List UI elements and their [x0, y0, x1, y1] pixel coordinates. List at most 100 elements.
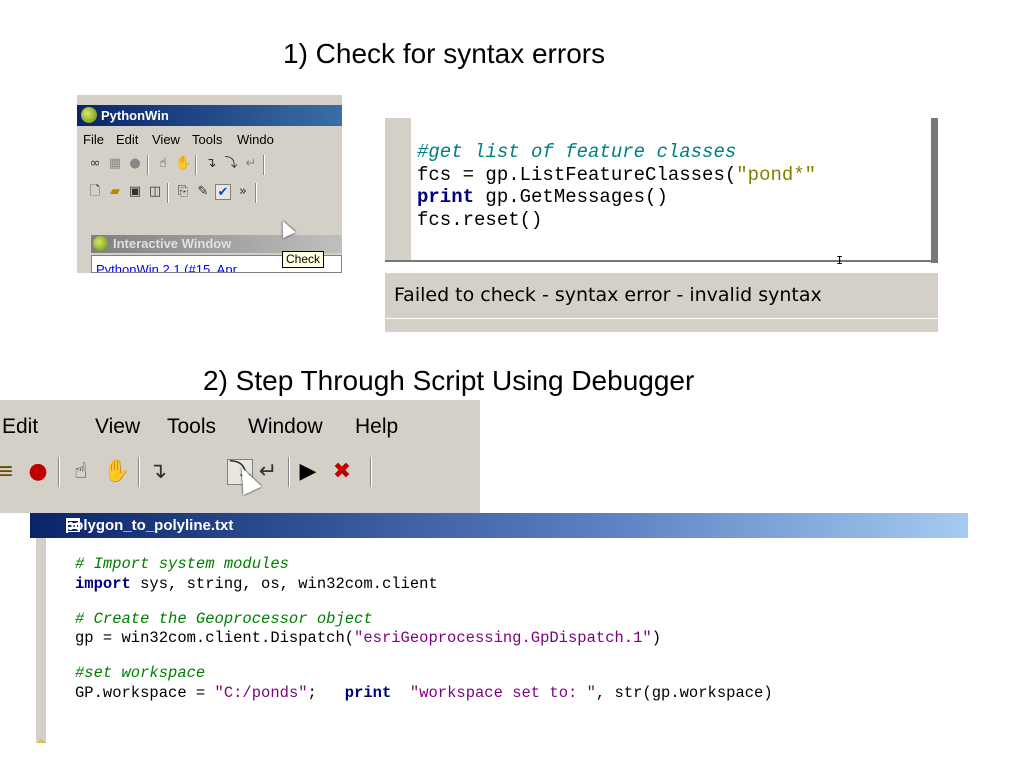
code-token: ;: [307, 683, 345, 702]
step-in-icon[interactable]: ↴: [203, 156, 219, 172]
toolbar-separator: [288, 457, 290, 487]
toolbar-separator: [58, 457, 60, 487]
glasses-icon[interactable]: ∞: [87, 156, 103, 172]
python-snake-icon: [93, 236, 108, 251]
code-token: gp = win32com.client.Dispatch(: [75, 629, 355, 647]
pythonwin-title: PythonWin: [101, 108, 169, 123]
heading-step-through-debugger: 2) Step Through Script Using Debugger: [203, 365, 695, 396]
status-bar: Failed to check - syntax error - invalid…: [385, 273, 938, 318]
step-over-icon[interactable]: ⤵: [223, 156, 239, 172]
stop-hand-icon[interactable]: ✋: [175, 156, 191, 172]
code-line: GP.workspace = "C:/ponds"; print "worksp…: [75, 684, 773, 704]
menu-tools[interactable]: Tools: [192, 128, 222, 152]
menu-file[interactable]: File: [83, 128, 104, 152]
code-token: "pond*": [736, 163, 817, 186]
hand-icon[interactable]: ☝: [155, 156, 171, 172]
interactive-window-text: PythonWin 2.1 (#15, Apr: [96, 262, 237, 273]
pythonwin-window-screenshot: PythonWin File Edit View Tools Windo ∞ ▦…: [77, 95, 342, 273]
menu-tools[interactable]: Tools: [167, 412, 216, 442]
code-token: "esriGeoprocessing.GpDispatch.1": [354, 629, 652, 647]
code-token: sys, string, os, win32com.client: [130, 574, 438, 593]
script-code-block[interactable]: # Import system modules import sys, strin…: [75, 555, 773, 703]
code-token: print: [417, 186, 475, 208]
step-out-icon[interactable]: ↵: [243, 156, 259, 172]
toolbar-separator: [147, 155, 149, 175]
go-icon[interactable]: ▶: [295, 459, 321, 485]
menu-help[interactable]: Help: [355, 412, 398, 442]
debugger-toolbar-screenshot: Edit View Tools Window Help ≡ ● ☝ ✋ ↴ ⤵ …: [0, 400, 480, 513]
hand-icon[interactable]: ☝: [68, 459, 94, 485]
open-folder-icon[interactable]: ▰: [107, 184, 123, 200]
code-line: gp = win32com.client.Dispatch("esriGeopr…: [75, 629, 773, 649]
pythonwin-titlebar: PythonWin: [77, 105, 342, 126]
code-line: #set workspace: [75, 664, 773, 684]
save-icon[interactable]: ▣: [127, 184, 143, 200]
code-token: print: [344, 683, 392, 702]
python-snake-icon: [81, 107, 97, 123]
current-line-arrow-icon: [40, 740, 50, 743]
new-file-icon[interactable]: 🗋: [87, 184, 103, 200]
pythonwin-toolbar-standard: 🗋 ▰ ▣ ◫ ⎘ ✎ ✔ »: [77, 180, 342, 206]
code-token: #set workspace: [75, 664, 206, 682]
code-line: # Import system modules: [75, 555, 773, 575]
run-icon[interactable]: ✎: [195, 184, 211, 200]
save-all-icon[interactable]: ◫: [147, 184, 163, 200]
menu-window[interactable]: Windo: [237, 128, 274, 152]
editor-border: [931, 118, 938, 263]
menu-edit[interactable]: Edit: [2, 412, 38, 442]
editor-gutter: [36, 538, 46, 743]
debugger-menubar: Edit View Tools Window Help: [0, 412, 480, 442]
check-icon[interactable]: ✔: [215, 184, 231, 200]
code-token: # Create the Geoprocessor object: [75, 609, 373, 628]
code-token: fcs.reset(): [417, 208, 543, 231]
more-icon[interactable]: »: [235, 184, 251, 200]
code-token: ): [651, 629, 662, 647]
toolbar-separator: [167, 183, 169, 203]
toolbar-separator: [195, 155, 197, 175]
stop-hand-icon[interactable]: ✋: [103, 459, 130, 485]
code-token: gp.GetMessages(): [474, 186, 668, 208]
status-message: Failed to check - syntax error - invalid…: [394, 284, 822, 306]
step-icon[interactable]: ↴: [145, 459, 171, 485]
editor-window: polygon_to_polyline.txt # Import system …: [30, 513, 968, 743]
breakpoint-icon[interactable]: ●: [127, 156, 143, 172]
editor-bottom-border: [385, 260, 938, 262]
menu-view[interactable]: View: [95, 412, 140, 442]
code-token: # Import system modules: [75, 555, 289, 573]
close-debugger-icon[interactable]: ✖: [329, 459, 355, 485]
code-token: #get list of feature classes: [417, 141, 737, 163]
editor-title: polygon_to_polyline.txt: [65, 517, 234, 534]
code-line: #get list of feature classes: [417, 141, 816, 164]
check-code-block[interactable]: #get list of feature classes fcs = gp.Lis…: [417, 141, 816, 231]
code-token: fcs = gp.ListFeatureClasses(: [417, 163, 737, 186]
copy-icon[interactable]: ⎘: [175, 184, 191, 200]
check-tooltip: Check: [282, 251, 325, 268]
code-line: print gp.GetMessages(): [417, 186, 816, 209]
watch-icon[interactable]: ≡: [0, 459, 18, 485]
grid-icon[interactable]: ▦: [107, 156, 123, 172]
heading-check-syntax: 1) Check for syntax errors: [283, 38, 606, 69]
menu-edit[interactable]: Edit: [116, 128, 138, 152]
code-token: "C:/ponds": [214, 683, 308, 702]
code-token: GP.workspace =: [75, 683, 215, 702]
pythonwin-toolbar-debug: ∞ ▦ ● ☝ ✋ ↴ ⤵ ↵: [77, 152, 342, 178]
editor-titlebar: polygon_to_polyline.txt: [30, 513, 968, 538]
toolbar-separator: [255, 183, 257, 203]
editor-gutter: [385, 118, 411, 260]
toolbar-separator: [263, 155, 265, 175]
pythonwin-menubar: File Edit View Tools Windo: [77, 128, 342, 152]
code-token: , str(gp.workspace): [595, 683, 773, 702]
code-line: # Create the Geoprocessor object: [75, 610, 773, 630]
code-token: import: [75, 574, 131, 593]
toolbar-separator: [370, 457, 372, 487]
interactive-window-title: Interactive Window: [113, 236, 232, 251]
menu-view[interactable]: View: [152, 128, 180, 152]
code-line: fcs = gp.ListFeatureClasses("pond*": [417, 164, 816, 187]
menu-window[interactable]: Window: [248, 412, 323, 442]
breakpoint-icon[interactable]: ●: [25, 459, 51, 485]
status-strip: [385, 318, 938, 332]
syntax-check-screenshot: #get list of feature classes fcs = gp.Lis…: [385, 118, 938, 332]
